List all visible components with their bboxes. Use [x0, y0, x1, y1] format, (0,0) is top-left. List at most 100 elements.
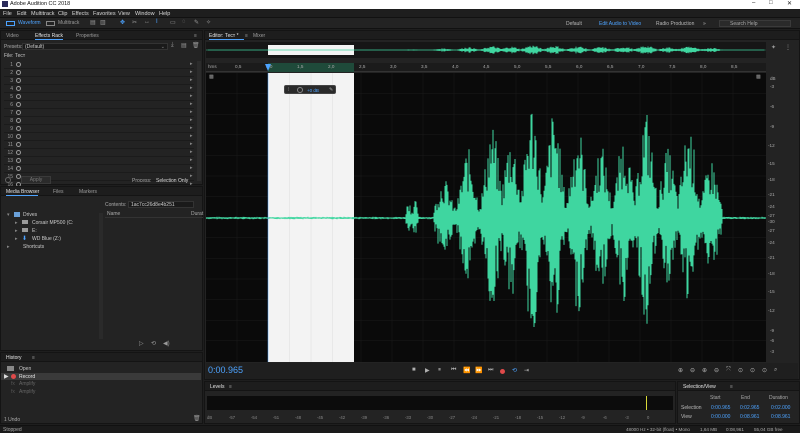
speaker-icon[interactable]: ◀): [163, 340, 170, 347]
menu-view[interactable]: View: [118, 11, 130, 17]
volume-knob-icon[interactable]: [297, 87, 303, 93]
effect-slot[interactable]: 1 ▸: [4, 61, 194, 69]
time-ruler[interactable]: hms 0,5 1,0 1,5 2,0 2,5 3,0 3,5 4,0 4,5 …: [206, 63, 766, 72]
history-item[interactable]: Open: [19, 366, 31, 372]
workspace-more-icon[interactable]: »: [703, 21, 706, 27]
tab-effects-rack[interactable]: Effects Rack: [35, 33, 63, 39]
maximize-button[interactable]: □: [769, 0, 773, 6]
move-tool-icon[interactable]: ✥: [120, 19, 125, 26]
slot-arrow-icon[interactable]: ▸: [190, 117, 193, 123]
waveform-button[interactable]: Waveform: [18, 20, 41, 26]
process-dropdown[interactable]: Selection Only: [156, 178, 188, 184]
tree-drive-e[interactable]: E:: [32, 228, 37, 234]
menu-multitrack[interactable]: Multitrack: [31, 11, 55, 17]
power-icon[interactable]: [16, 134, 21, 139]
rack-power-icon[interactable]: [5, 177, 11, 183]
apply-button[interactable]: Apply: [21, 176, 51, 184]
tree-drives[interactable]: Drives: [23, 212, 37, 218]
power-icon[interactable]: [16, 86, 21, 91]
multitrack-button[interactable]: Multitrack: [58, 20, 79, 26]
selection-start[interactable]: 0:00.965: [711, 405, 730, 411]
zoom-in-point-icon[interactable]: ⊙: [750, 367, 755, 374]
delete-preset-icon[interactable]: ▤: [181, 42, 187, 49]
power-icon[interactable]: [16, 94, 21, 99]
presets-dropdown[interactable]: (Default) ⌄: [22, 43, 168, 50]
power-icon[interactable]: [16, 62, 21, 67]
go-to-end-button[interactable]: ⏭: [488, 367, 493, 374]
tab-media-browser[interactable]: Media Browser: [6, 189, 39, 195]
zoom-in-time-icon[interactable]: ⊕: [702, 367, 707, 374]
history-trash-icon[interactable]: 🗑: [193, 415, 201, 422]
fast-forward-button[interactable]: ⏩: [475, 367, 482, 374]
loop-preview-icon[interactable]: ⟲: [151, 340, 156, 347]
save-preset-icon[interactable]: ⤓: [171, 42, 174, 49]
waveform-display[interactable]: [206, 73, 766, 362]
slot-arrow-icon[interactable]: ▸: [190, 125, 193, 131]
loop-button[interactable]: ⟲: [512, 367, 517, 374]
effect-slot[interactable]: 6 ▸: [4, 101, 194, 109]
panel-menu-icon[interactable]: ≡: [245, 33, 248, 39]
slip-tool-icon[interactable]: ↔: [144, 19, 150, 25]
col-duration[interactable]: Durat: [191, 211, 203, 217]
effect-slot[interactable]: 8 ▸: [4, 117, 194, 125]
search-help-input[interactable]: Search Help: [719, 20, 791, 27]
slot-arrow-icon[interactable]: ▸: [190, 109, 193, 115]
tree-splitter[interactable]: [99, 213, 103, 339]
view-end[interactable]: 0:08.961: [740, 414, 759, 420]
history-item[interactable]: Amplify: [19, 381, 35, 387]
power-icon[interactable]: [16, 78, 21, 83]
slot-arrow-icon[interactable]: ▸: [190, 149, 193, 155]
slot-arrow-icon[interactable]: ▸: [190, 69, 193, 75]
history-item[interactable]: Record: [19, 374, 35, 380]
panel-menu-icon[interactable]: ≡: [194, 33, 197, 39]
volume-hud[interactable]: ⁞ +0 dB ✎: [284, 85, 336, 94]
close-button[interactable]: ✕: [787, 0, 792, 7]
slot-arrow-icon[interactable]: ▸: [190, 157, 193, 163]
zoom-out-amplitude-icon[interactable]: ⊖: [690, 367, 695, 374]
tab-mixer[interactable]: Mixer: [253, 33, 265, 39]
spot-healing-icon[interactable]: ✧: [206, 19, 211, 26]
panel-menu-icon[interactable]: ≡: [730, 384, 733, 390]
expand-drives-icon[interactable]: ▾: [7, 212, 10, 218]
slot-arrow-icon[interactable]: ▸: [190, 165, 193, 171]
col-name[interactable]: Name: [107, 211, 120, 217]
record-button[interactable]: [500, 369, 505, 374]
time-display[interactable]: 0:00.965: [208, 365, 243, 375]
view-start[interactable]: 0:00.000: [711, 414, 730, 420]
slot-arrow-icon[interactable]: ▸: [190, 77, 193, 83]
expand-icon[interactable]: ▸: [15, 228, 18, 234]
spectral-icon[interactable]: ▤: [90, 19, 96, 26]
marquee-tool-icon[interactable]: ▭: [170, 19, 176, 26]
brush-tool-icon[interactable]: ✎: [194, 19, 199, 26]
tree-drive-c[interactable]: Corsair MP500 (C:: [32, 220, 73, 226]
zoom-pin-icon[interactable]: ✦: [771, 44, 776, 51]
history-title[interactable]: History: [6, 355, 22, 361]
expand-icon[interactable]: ▸: [15, 220, 18, 226]
slot-arrow-icon[interactable]: ▸: [190, 133, 193, 139]
power-icon[interactable]: [16, 142, 21, 147]
effect-slot[interactable]: 9 ▸: [4, 125, 194, 133]
time-selection-tool-icon[interactable]: I: [156, 19, 158, 25]
power-icon[interactable]: [16, 118, 21, 123]
slot-arrow-icon[interactable]: ▸: [190, 93, 193, 99]
slot-arrow-icon[interactable]: ▸: [190, 141, 193, 147]
history-item[interactable]: Amplify: [19, 389, 35, 395]
view-duration[interactable]: 0:08.961: [771, 414, 790, 420]
menu-favorites[interactable]: Favorites: [93, 11, 116, 17]
effect-slot[interactable]: 2 ▸: [4, 69, 194, 77]
expand-icon[interactable]: ▸: [15, 236, 18, 242]
skip-button[interactable]: ⇥: [524, 367, 529, 374]
panel-menu-icon[interactable]: ≡: [229, 384, 232, 390]
zoom-reset-icon[interactable]: ⌕: [774, 367, 777, 374]
tree-drive-z[interactable]: WD Blue (Z:): [32, 236, 61, 242]
trash-icon[interactable]: 🗑: [192, 42, 200, 49]
power-icon[interactable]: [16, 70, 21, 75]
stop-button[interactable]: ■: [412, 367, 416, 373]
menu-effects[interactable]: Effects: [72, 11, 89, 17]
menu-help[interactable]: Help: [159, 11, 170, 17]
effect-slot[interactable]: 12 ▸: [4, 149, 194, 157]
contents-dropdown[interactable]: 1ac7cc26d8e4b251: [128, 201, 194, 208]
corner-handle-icon[interactable]: ▩: [209, 74, 214, 80]
selection-duration[interactable]: 0:02.000: [771, 405, 790, 411]
minimize-button[interactable]: –: [752, 0, 755, 6]
